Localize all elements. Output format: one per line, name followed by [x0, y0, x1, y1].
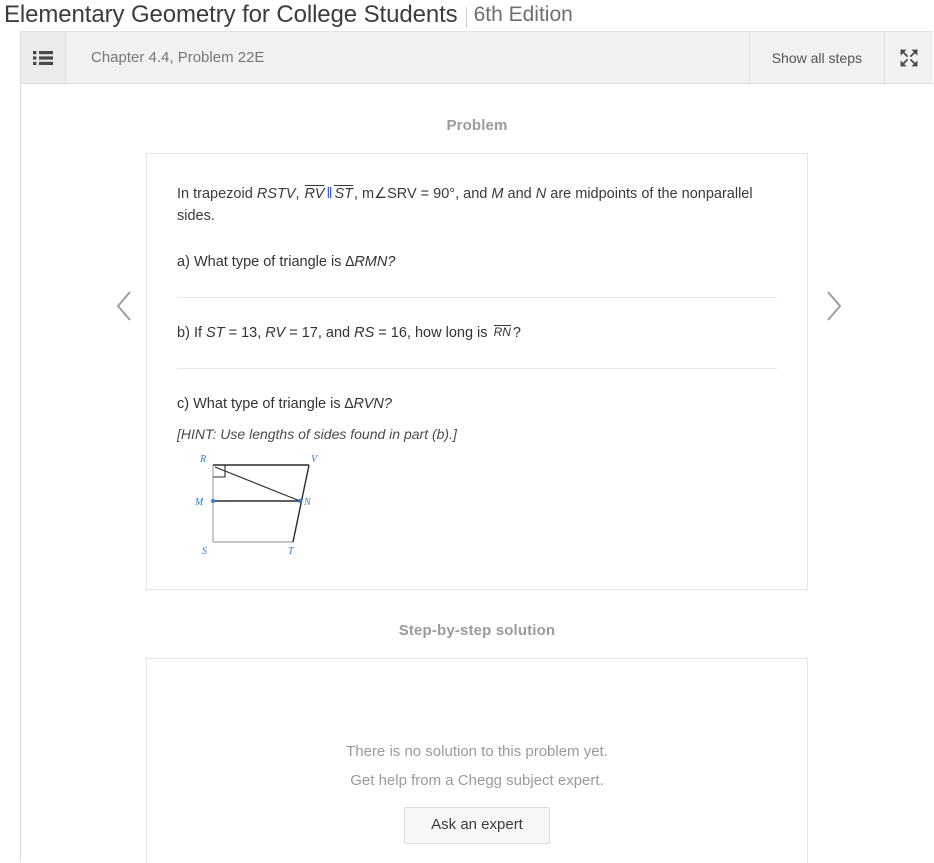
part-c-label: c) [177, 396, 190, 412]
part-divider [177, 368, 777, 369]
book-title-bar: Elementary Geometry for College Students… [0, 0, 934, 30]
problem-card: In trapezoid RSTV, RV ‖ ST, m∠SRV = 90°, a… [146, 153, 808, 590]
part-a-triangle: ∆RMN? [345, 254, 396, 270]
trapezoid-RSTV-diagram: R V N T S M [194, 454, 319, 557]
diagonal-RN [214, 466, 301, 502]
problem-part-c: c) What type of triangle is ∆RVN? [177, 393, 777, 415]
toolbar: Chapter 4.4, Problem 22E Show all steps [21, 32, 933, 84]
part-c-text: What type of triangle is [193, 396, 341, 412]
part-b-label: b) [177, 325, 190, 341]
segment-st: ST [334, 185, 353, 202]
show-all-steps-button[interactable]: Show all steps [748, 32, 884, 83]
point-n: N [535, 186, 547, 202]
intro-before: In trapezoid [177, 186, 253, 202]
title-divider [465, 6, 467, 28]
ask-an-expert-button[interactable]: Ask an expert [404, 807, 550, 844]
length-st-value: = 13, [228, 325, 266, 341]
vertex-dot-N [298, 499, 302, 503]
length-rs-name: RS [354, 325, 375, 341]
segment-rn: RN [493, 325, 511, 339]
length-rs-value: = 16, how long is [378, 325, 488, 341]
chevron-left-icon [116, 291, 131, 321]
empty-solution-message: There is no solution to this problem yet… [147, 737, 807, 844]
vertex-dot-M [211, 499, 215, 503]
parallel-symbol: ‖ [326, 186, 333, 202]
part-b-question-mark: ? [512, 325, 521, 341]
part-a-label: a) [177, 254, 190, 270]
show-all-steps-label: Show all steps [771, 49, 862, 66]
figure-label-R: R [199, 454, 206, 465]
expand-arrows-icon [900, 48, 918, 67]
book-edition: 6th Edition [473, 3, 573, 26]
book-title: Elementary Geometry for College Students [4, 1, 458, 28]
solution-card: There is no solution to this problem yet… [146, 658, 808, 863]
problem-section-title: Problem [446, 117, 508, 134]
chevron-right-icon [827, 291, 842, 321]
toc-menu-button[interactable] [21, 32, 66, 83]
part-c-triangle: ∆RVN? [344, 396, 392, 412]
problem-statement: In trapezoid RSTV, RV ‖ ST, m∠SRV = 90°, a… [177, 183, 762, 227]
get-help-text: Get help from a Chegg subject expert. [350, 772, 604, 789]
angle-condition: , m∠SRV = 90°, and [353, 186, 488, 202]
part-b-prefix: If [193, 325, 202, 341]
expand-fullscreen-button[interactable] [884, 32, 933, 83]
figure-container: R V N T S M [182, 450, 777, 565]
part-a-text: What type of triangle is [193, 254, 342, 270]
figure-label-N: N [303, 497, 312, 508]
length-rv-name: RV [265, 325, 286, 341]
point-m: M [491, 186, 504, 202]
list-icon [33, 50, 53, 65]
content-area: Problem In trapezoid RSTV, RV ‖ ST, m∠SRV … [21, 84, 933, 863]
previous-problem-button[interactable] [105, 286, 145, 326]
next-problem-button[interactable] [813, 286, 853, 326]
intro-and: and [507, 186, 532, 202]
solution-section-title: Step-by-step solution [398, 622, 556, 639]
right-angle-marker [213, 465, 226, 478]
breadcrumb[interactable]: Chapter 4.4, Problem 22E [66, 32, 749, 83]
no-solution-text: There is no solution to this problem yet… [346, 743, 608, 760]
figure-label-S: S [202, 546, 207, 557]
figure-label-M: M [194, 497, 204, 508]
part-c-hint: [HINT: Use lengths of sides found in par… [177, 426, 457, 442]
figure-label-T: T [288, 546, 295, 557]
breadcrumb-label: Chapter 4.4, Problem 22E [91, 49, 265, 66]
intro-comma: , [295, 186, 300, 202]
part-divider [177, 297, 777, 298]
problem-part-b: b) If ST = 13, RV = 17, and RS = 16, how… [177, 322, 777, 344]
figure-label-V: V [311, 454, 319, 465]
segment-rv: RV [304, 185, 325, 202]
length-st-name: ST [206, 325, 225, 341]
problem-part-a: a) What type of triangle is ∆RMN? [177, 251, 777, 273]
problem-viewer: Chapter 4.4, Problem 22E Show all steps [20, 31, 933, 863]
trapezoid-name: RSTV [256, 186, 296, 202]
length-rv-value: = 17, and [289, 325, 355, 341]
